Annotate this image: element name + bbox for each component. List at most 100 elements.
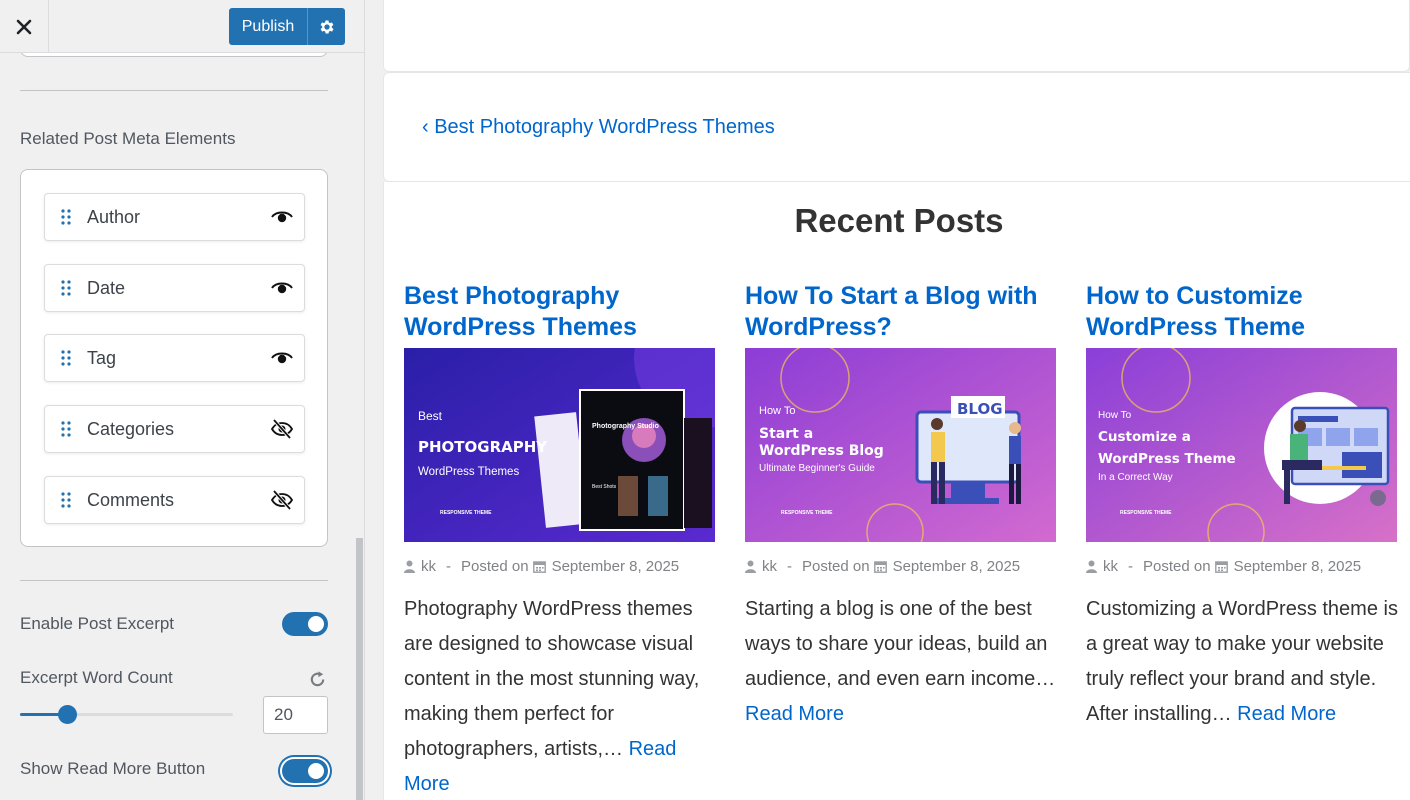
thumb-brand: RESPONSIVE THEME	[781, 510, 833, 516]
thumb-mock-text-2: Best Shots	[592, 484, 617, 490]
meta-item-label: Tag	[87, 347, 117, 368]
post-thumbnail[interactable]: BLOG How To Start a WordPress Blog Ultim…	[745, 348, 1056, 542]
post-author[interactable]: kk	[421, 558, 436, 575]
eye-icon	[271, 282, 293, 294]
meta-elements-list: Author Date Tag Categories Comments	[20, 169, 328, 547]
thumb-line4: In a Correct Way	[1098, 472, 1173, 483]
calendar-icon	[532, 560, 546, 573]
visibility-toggle[interactable]	[260, 419, 304, 439]
post-date[interactable]: September 8, 2025	[552, 558, 680, 575]
post-date[interactable]: September 8, 2025	[893, 558, 1021, 575]
excerpt-text: Photography WordPress themes are designe…	[404, 598, 700, 760]
meta-separator: -	[787, 558, 792, 575]
excerpt-toggle[interactable]	[282, 612, 328, 636]
drag-handle-icon[interactable]	[45, 492, 87, 508]
customizer-sidebar: Publish Related Post Meta Elements Autho…	[0, 0, 365, 800]
eye-slash-icon	[271, 419, 293, 439]
post-title[interactable]: How to Customize WordPress Theme	[1086, 281, 1397, 343]
meta-item-label: Comments	[87, 489, 175, 510]
post-card: How to Customize WordPress Theme How To …	[1086, 281, 1398, 725]
visibility-toggle[interactable]	[260, 210, 304, 224]
close-customizer-button[interactable]	[0, 0, 49, 53]
drag-handle-icon[interactable]	[45, 350, 87, 366]
post-thumbnail[interactable]: How To Customize a WordPress Theme In a …	[1086, 348, 1397, 542]
eye-icon	[271, 211, 293, 223]
visibility-toggle[interactable]	[260, 281, 304, 295]
thumb-badge: BLOG	[957, 400, 1003, 418]
post-meta: kk - Posted on September 8, 2025	[745, 558, 1065, 575]
drag-handle-icon[interactable]	[45, 421, 87, 437]
word-count-input[interactable]	[263, 696, 328, 734]
post-card: How To Start a Blog with WordPress? BLOG	[745, 281, 1056, 725]
thumb-line3: WordPress Theme	[1098, 451, 1236, 467]
publish-button[interactable]: Publish	[229, 8, 345, 45]
visibility-toggle[interactable]	[260, 351, 304, 365]
previous-post-link[interactable]: ‹ Best Photography WordPress Themes	[422, 116, 775, 139]
post-title[interactable]: Best Photography WordPress Themes	[404, 281, 715, 343]
section-title: Recent Posts	[794, 202, 1004, 239]
read-more-toggle-label: Show Read More Button	[20, 759, 206, 778]
post-author[interactable]: kk	[1103, 558, 1118, 575]
meta-item-label: Date	[87, 277, 126, 298]
gear-icon	[320, 19, 334, 34]
toggle-knob	[308, 616, 324, 632]
toggle-knob	[308, 763, 324, 779]
visibility-toggle[interactable]	[260, 490, 304, 510]
meta-item-label: Author	[87, 206, 141, 227]
meta-item-comments[interactable]: Comments	[44, 476, 305, 524]
calendar-icon	[1214, 560, 1228, 573]
user-icon	[404, 560, 415, 573]
site-preview: ‹ Best Photography WordPress Themes Rece…	[365, 0, 1410, 800]
meta-item-categories[interactable]: Categories	[44, 405, 305, 453]
post-meta: kk - Posted on September 8, 2025	[404, 558, 724, 575]
sidebar-scrollbar[interactable]	[356, 538, 363, 800]
word-count-slider[interactable]	[20, 705, 233, 724]
excerpt-text: Starting a blog is one of the best ways …	[745, 598, 1056, 690]
related-posts-section: Recent Posts Best Photography WordPress …	[383, 182, 1410, 800]
thumb-line1: How To	[1098, 410, 1132, 421]
reset-icon[interactable]	[308, 670, 327, 694]
thumb-brand: RESPONSIVE THEME	[1120, 510, 1172, 516]
eye-icon	[271, 352, 293, 364]
read-more-link[interactable]: Read More	[745, 703, 844, 725]
read-more-toggle[interactable]	[282, 759, 328, 783]
thumb-mock-text: Photography Studio	[592, 423, 659, 430]
publish-label: Publish	[241, 17, 295, 35]
thumb-line2: PHOTOGRAPHY	[418, 438, 548, 456]
post-content-card	[383, 0, 1410, 72]
divider	[20, 580, 328, 581]
customizer-header: Publish	[0, 0, 364, 53]
thumb-line3: WordPress Themes	[418, 466, 519, 478]
read-more-link[interactable]: Read More	[1237, 703, 1336, 725]
meta-separator: -	[446, 558, 451, 575]
post-excerpt: Customizing a WordPress theme is a great…	[1086, 592, 1406, 732]
post-thumbnail[interactable]: Photography Studio Best Shots Best PHOTO…	[404, 348, 715, 542]
post-meta: kk - Posted on September 8, 2025	[1086, 558, 1406, 575]
calendar-icon	[873, 560, 887, 573]
post-author[interactable]: kk	[762, 558, 777, 575]
drag-handle-icon[interactable]	[45, 280, 87, 296]
publish-settings-button[interactable]	[308, 18, 345, 36]
user-icon	[1086, 560, 1097, 573]
slider-thumb[interactable]	[58, 705, 77, 724]
meta-item-date[interactable]: Date	[44, 264, 305, 312]
section-label: Related Post Meta Elements	[20, 129, 236, 148]
word-count-label: Excerpt Word Count	[20, 668, 173, 687]
meta-item-tag[interactable]: Tag	[44, 334, 305, 382]
thumb-brand: RESPONSIVE THEME	[440, 510, 492, 516]
posted-on-label: Posted on	[461, 558, 529, 575]
thumb-line1: How To	[759, 405, 795, 417]
thumb-line2: Start a	[759, 426, 813, 442]
excerpt-toggle-label: Enable Post Excerpt	[20, 614, 175, 633]
drag-handle-icon[interactable]	[45, 209, 87, 225]
eye-slash-icon	[271, 490, 293, 510]
thumb-line2: Customize a	[1098, 429, 1191, 445]
thumb-line1: Best	[418, 409, 443, 423]
user-icon	[745, 560, 756, 573]
posted-on-label: Posted on	[1143, 558, 1211, 575]
meta-item-author[interactable]: Author	[44, 193, 305, 241]
post-navigation: ‹ Best Photography WordPress Themes	[383, 72, 1410, 182]
thumb-line4: Ultimate Beginner's Guide	[759, 463, 875, 474]
post-title[interactable]: How To Start a Blog with WordPress?	[745, 281, 1056, 343]
post-date[interactable]: September 8, 2025	[1234, 558, 1362, 575]
